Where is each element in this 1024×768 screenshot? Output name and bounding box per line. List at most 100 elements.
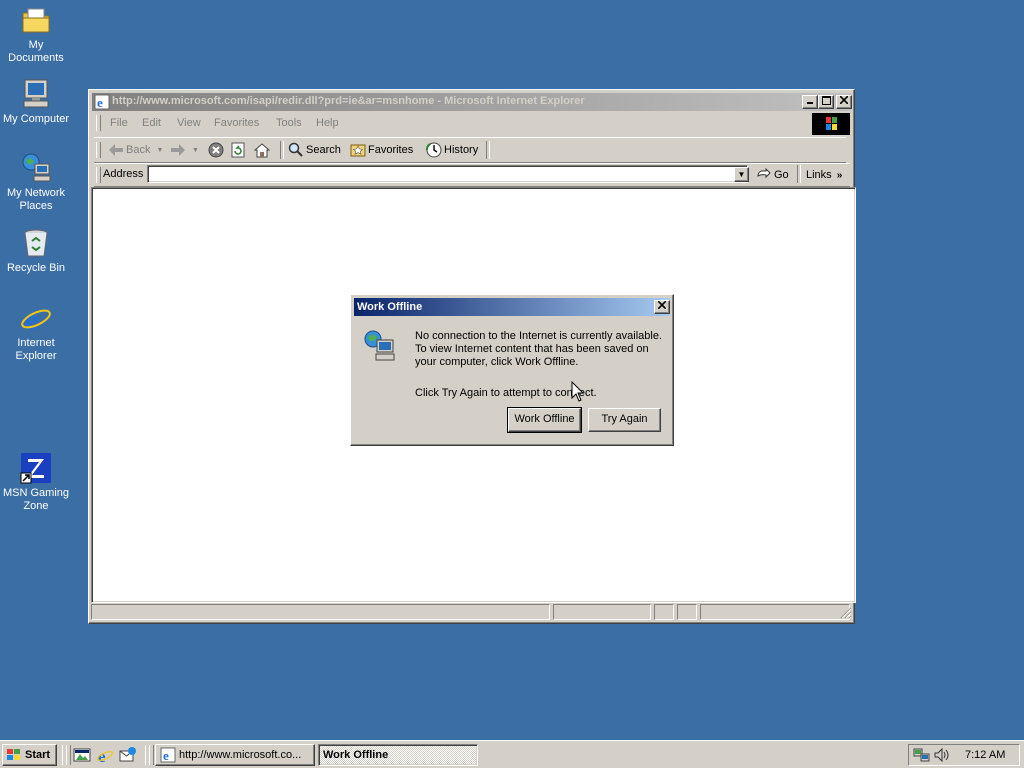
favorites-icon (350, 144, 366, 157)
recycle-bin-icon (20, 227, 52, 259)
toolbar-separator (797, 165, 801, 183)
refresh-button[interactable] (230, 141, 246, 159)
status-security-pane (677, 604, 697, 620)
address-bar-grip[interactable] (96, 167, 101, 183)
taskbar-button-work-offline[interactable]: Work Offline (318, 744, 478, 766)
internet-explorer-icon: e (97, 747, 113, 766)
search-label: Search (306, 144, 341, 156)
stop-button[interactable] (208, 141, 224, 159)
computer-icon (20, 78, 52, 110)
address-dropdown-button[interactable]: ▼ (734, 167, 749, 182)
favorites-button[interactable]: Favorites (350, 141, 413, 159)
stop-icon (208, 142, 224, 158)
desktop-icon-label: MSN Gaming Zone (2, 487, 70, 512)
forward-dropdown-icon[interactable]: ▼ (192, 147, 199, 154)
windows-logo-throbber (812, 113, 850, 135)
desktop-icon-my-documents[interactable]: My Documents (0, 4, 72, 65)
browser-title-bar[interactable]: e http://www.microsoft.com/isapi/redir.d… (92, 93, 852, 111)
quicklaunch-internet-explorer[interactable]: e (96, 746, 114, 766)
toolbar-grip[interactable] (96, 142, 101, 158)
close-icon (839, 95, 849, 105)
home-button[interactable] (254, 141, 270, 159)
status-progress-pane (553, 604, 651, 620)
menu-favorites[interactable]: Favorites (214, 117, 259, 129)
go-arrow-icon (757, 168, 771, 179)
close-icon (657, 300, 667, 310)
taskbar: Start e e http://www.microsoft.co... Wor… (0, 740, 1024, 768)
try-again-button[interactable]: Try Again (588, 408, 661, 432)
desktop-icon-my-computer[interactable]: My Computer (0, 78, 72, 126)
back-arrow-icon (109, 144, 123, 156)
network-places-icon (20, 152, 52, 184)
minimize-button[interactable] (802, 95, 818, 109)
history-button[interactable]: History (426, 141, 478, 159)
dialog-close-button[interactable] (654, 300, 670, 314)
menu-help[interactable]: Help (316, 117, 339, 129)
desktop-icon-label: Internet Explorer (15, 337, 57, 362)
taskbar-button-browser[interactable]: e http://www.microsoft.co... (155, 744, 315, 766)
search-button[interactable]: Search (288, 141, 341, 159)
outlook-express-icon (119, 747, 136, 762)
desktop-icon-recycle-bin[interactable]: Recycle Bin (0, 227, 72, 275)
show-desktop-icon (73, 748, 91, 762)
offline-computer-icon (363, 329, 399, 366)
maximize-icon (821, 96, 831, 105)
dialog-hint: Click Try Again to attempt to connect. (415, 387, 597, 399)
svg-text:e: e (163, 748, 169, 763)
windows-flag-icon (826, 117, 837, 130)
desktop-icon-label: Recycle Bin (6, 262, 66, 274)
desktop-icon-internet-explorer[interactable]: e Internet Explorer (0, 302, 72, 363)
menu-file[interactable]: File (110, 117, 128, 129)
taskbar-grip[interactable] (149, 745, 154, 765)
refresh-icon (231, 142, 245, 158)
address-input[interactable] (147, 165, 748, 183)
status-offline-pane (654, 604, 674, 620)
chevron-down-icon: ▼ (737, 170, 746, 179)
work-offline-button[interactable]: Work Offline (507, 407, 582, 433)
history-icon (426, 142, 442, 158)
links-label: Links (806, 169, 832, 181)
work-offline-dialog: Work Offline No connection to the Intern… (350, 294, 674, 446)
links-button[interactable]: Links » (806, 166, 842, 184)
go-button[interactable]: Go (756, 166, 789, 184)
menu-edit[interactable]: Edit (142, 117, 161, 129)
desktop-icon-msn-gaming-zone[interactable]: MSN Gaming Zone (0, 452, 72, 513)
back-dropdown-icon[interactable]: ▼ (156, 147, 163, 154)
internet-explorer-icon: e (20, 302, 52, 336)
search-icon (288, 142, 303, 157)
mouse-cursor-icon (571, 381, 585, 402)
start-label: Start (25, 749, 51, 761)
minimize-icon (807, 102, 813, 104)
desktop-icon-label: My Documents (8, 39, 64, 64)
close-button[interactable] (836, 95, 852, 109)
start-button[interactable]: Start (2, 744, 57, 766)
desktop-icon-label: My Network Places (6, 187, 66, 212)
dialog-message-line-1: No connection to the Internet is current… (415, 330, 663, 342)
resize-grip-icon[interactable] (840, 607, 852, 619)
forward-arrow-icon (171, 144, 185, 156)
menu-bar: File Edit View Favorites Tools Help (94, 112, 810, 134)
favorites-label: Favorites (368, 144, 414, 156)
status-bar (91, 603, 854, 621)
menu-bar-grip[interactable] (96, 115, 101, 131)
dialog-title: Work Offline (357, 301, 423, 313)
folder-documents-icon (20, 4, 52, 36)
menu-tools[interactable]: Tools (276, 117, 302, 129)
dialog-title-bar[interactable]: Work Offline (354, 298, 670, 316)
desktop-icon-my-network-places[interactable]: My Network Places (0, 152, 72, 213)
back-button[interactable]: Back ▼ (108, 141, 163, 159)
maximize-button[interactable] (818, 95, 834, 109)
quicklaunch-outlook-express[interactable] (119, 746, 137, 764)
toolbar-separator (486, 141, 490, 159)
system-tray: 7:12 AM (908, 744, 1020, 766)
toolbar-separator (280, 141, 284, 159)
quicklaunch-show-desktop[interactable] (73, 746, 91, 764)
back-label: Back (126, 144, 151, 156)
dialog-message-line-2: To view Internet content that has been s… (415, 343, 649, 355)
clock[interactable]: 7:12 AM (965, 749, 1005, 761)
menu-view[interactable]: View (177, 117, 201, 129)
forward-button[interactable]: ▼ (170, 141, 199, 159)
network-connection-icon[interactable] (913, 747, 931, 763)
taskbar-button-label: http://www.microsoft.co... (179, 749, 302, 761)
volume-icon[interactable] (933, 747, 949, 763)
